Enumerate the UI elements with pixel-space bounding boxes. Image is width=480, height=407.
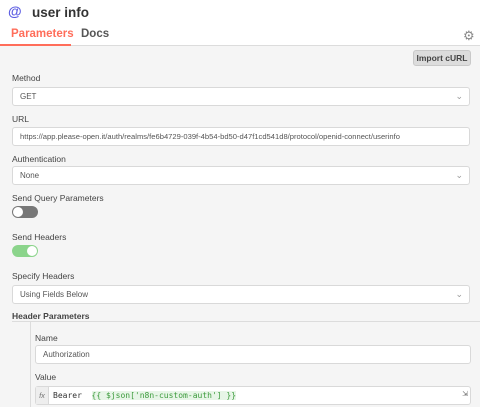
tab-parameters[interactable]: Parameters [11, 28, 74, 40]
import-curl-button[interactable]: Import cURL [413, 50, 471, 66]
tab-divider [0, 45, 480, 46]
value-expression: {{ $json['n8n-custom-auth'] }} [91, 391, 237, 400]
method-label: Method [12, 73, 41, 83]
value-static-text: Bearer [53, 391, 87, 400]
url-value: https://app.please-open.it/auth/realms/f… [20, 132, 400, 141]
specify-headers-label: Specify Headers [12, 271, 75, 281]
header-parameters-title: Header Parameters [12, 311, 90, 321]
chevron-down-icon: ⌄ [455, 170, 463, 180]
expression-fx-icon: fx [36, 387, 49, 404]
header-value-input[interactable]: fx Bearer {{ $json['n8n-custom-auth'] }}… [35, 386, 471, 405]
specify-headers-value: Using Fields Below [20, 290, 89, 299]
send-query-label: Send Query Parameters [12, 193, 104, 203]
chevron-down-icon: ⌄ [455, 289, 463, 299]
specify-headers-select[interactable]: Using Fields Below ⌄ [12, 285, 470, 304]
header-value-label: Value [35, 372, 57, 382]
send-query-toggle[interactable] [12, 206, 38, 218]
authentication-select[interactable]: None ⌄ [12, 166, 470, 185]
toggle-knob [13, 207, 23, 217]
header-name-label: Name [35, 333, 58, 343]
send-headers-label: Send Headers [12, 232, 67, 242]
url-label: URL [12, 114, 30, 124]
chevron-down-icon: ⌄ [455, 91, 463, 101]
active-tab-indicator [0, 44, 71, 46]
node-title[interactable]: user info [32, 5, 89, 20]
method-value: GET [20, 92, 37, 101]
tab-docs[interactable]: Docs [81, 28, 109, 40]
url-input[interactable]: https://app.please-open.it/auth/realms/f… [12, 127, 470, 146]
toggle-knob [27, 246, 37, 256]
send-headers-toggle[interactable] [12, 245, 38, 257]
authentication-label: Authentication [12, 154, 66, 164]
header-name-value: Authorization [43, 350, 90, 359]
authentication-value: None [20, 171, 40, 180]
at-sign-icon: @ [8, 3, 22, 19]
method-select[interactable]: GET ⌄ [12, 87, 470, 106]
header-name-input[interactable]: Authorization [35, 345, 471, 364]
header-value-text: Bearer {{ $json['n8n-custom-auth'] }} [53, 387, 237, 404]
resize-icon[interactable]: ⇲ [462, 386, 468, 403]
gear-icon[interactable]: ⚙ [463, 28, 475, 44]
